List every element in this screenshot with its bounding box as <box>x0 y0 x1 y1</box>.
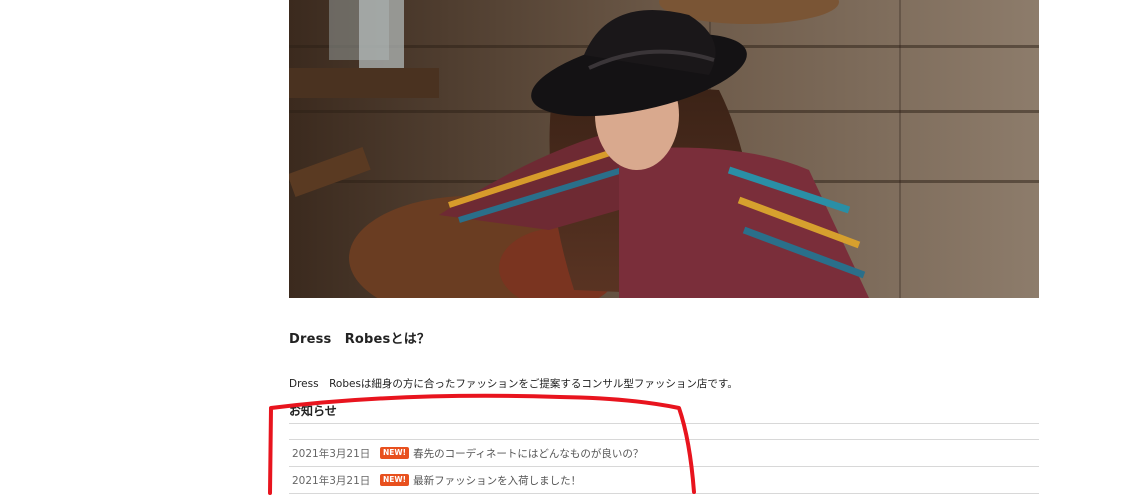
news-item[interactable]: 2021年3月21日 NEW! 最新ファッションを入荷しました！ <box>289 467 1039 493</box>
news-item-link[interactable]: 春先のコーディネートにはどんなものが良いの？ <box>413 446 643 461</box>
new-badge: NEW! <box>380 447 410 459</box>
news-divider <box>289 493 1039 494</box>
news-item[interactable]: 2021年3月21日 NEW! 春先のコーディネートにはどんなものが良いの？ <box>289 440 1039 466</box>
hero-photo-illustration <box>289 0 1039 298</box>
hero-image <box>289 0 1039 298</box>
about-heading: Dress Robesとは？ <box>289 332 431 347</box>
about-description: Dress Robesは細身の方に合ったファッションをご提案するコンサル型ファッ… <box>289 378 738 390</box>
new-badge: NEW! <box>380 474 410 486</box>
news-item-date: 2021年3月21日 <box>292 447 371 460</box>
page: Dress Robesとは？ Dress Robesは細身の方に合ったファッショ… <box>0 0 1138 495</box>
news-item-link[interactable]: 最新ファッションを入荷しました！ <box>413 473 581 488</box>
news-heading: お知らせ <box>289 404 337 418</box>
news-item-date: 2021年3月21日 <box>292 474 371 487</box>
news-divider-top <box>289 423 1039 424</box>
